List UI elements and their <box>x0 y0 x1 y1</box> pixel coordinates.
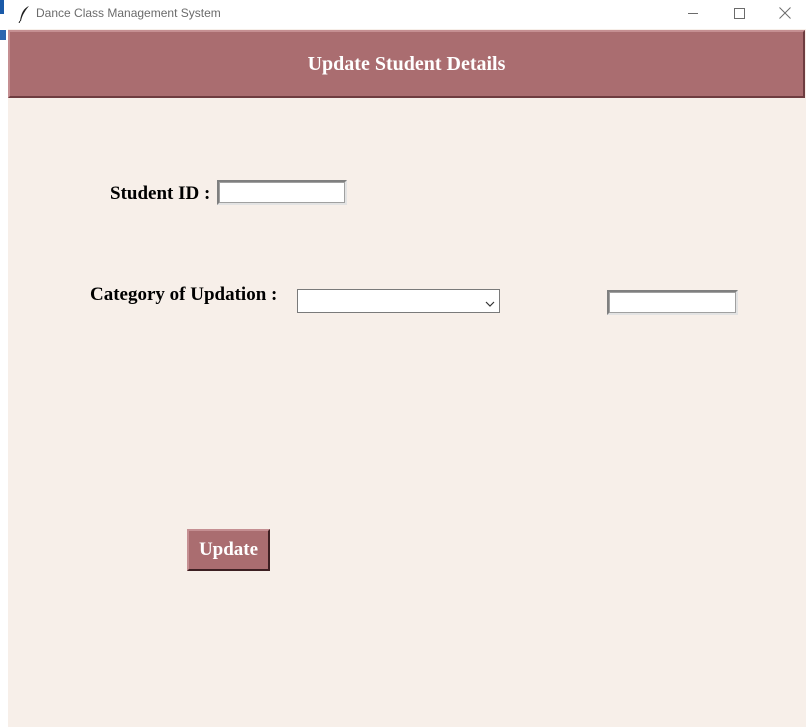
form-area: Update Student Details Student ID : Cate… <box>8 29 806 727</box>
student-id-label: Student ID : <box>110 183 211 204</box>
page-header: Update Student Details <box>8 30 805 98</box>
page-title: Update Student Details <box>307 52 506 75</box>
maximize-button[interactable] <box>716 0 762 29</box>
feather-icon <box>18 5 32 24</box>
update-button[interactable]: Update <box>187 529 270 571</box>
background-window-edge-accent <box>0 0 4 14</box>
category-label: Category of Updation : <box>90 284 278 305</box>
category-select[interactable] <box>297 289 500 313</box>
close-icon <box>779 6 791 24</box>
chevron-down-icon <box>485 296 495 307</box>
background-window-edge-accent-lower <box>0 30 6 40</box>
close-button[interactable] <box>762 0 806 29</box>
student-id-input[interactable] <box>217 180 347 205</box>
maximize-icon <box>733 6 745 24</box>
new-value-input[interactable] <box>607 290 738 315</box>
app-window: Dance Class Management System Update Stu… <box>0 0 806 727</box>
window-title: Dance Class Management System <box>36 6 221 20</box>
minimize-icon <box>687 6 699 24</box>
minimize-button[interactable] <box>670 0 716 29</box>
title-bar[interactable]: Dance Class Management System <box>8 0 806 29</box>
background-window-edge <box>0 0 8 727</box>
